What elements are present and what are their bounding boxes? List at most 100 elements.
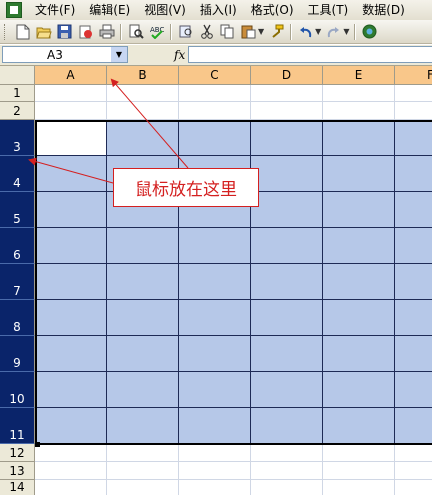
cell-c9[interactable]	[179, 336, 251, 372]
cell-a6[interactable]	[35, 228, 107, 264]
cell-f14[interactable]	[395, 480, 432, 495]
row-header-5[interactable]: 5	[0, 192, 35, 228]
column-header-c[interactable]: C	[179, 66, 251, 85]
name-box[interactable]: A3 ▼	[2, 46, 128, 63]
cell-a2[interactable]	[35, 102, 107, 120]
cell-b8[interactable]	[107, 300, 179, 336]
cell-c6[interactable]	[179, 228, 251, 264]
cell-e5[interactable]	[323, 192, 395, 228]
paste-options-chevron-down-icon[interactable]: ▼	[258, 27, 264, 36]
cell-f6[interactable]	[395, 228, 432, 264]
cell-a12[interactable]	[35, 444, 107, 462]
cell-e6[interactable]	[323, 228, 395, 264]
cell-d8[interactable]	[251, 300, 323, 336]
cell-c1[interactable]	[179, 85, 251, 102]
cell-f7[interactable]	[395, 264, 432, 300]
cell-a5[interactable]	[35, 192, 107, 228]
cell-e9[interactable]	[323, 336, 395, 372]
cell-d2[interactable]	[251, 102, 323, 120]
cell-d4[interactable]	[251, 156, 323, 192]
cell-d10[interactable]	[251, 372, 323, 408]
cell-c13[interactable]	[179, 462, 251, 480]
row-header-11[interactable]: 11	[0, 408, 35, 444]
cell-f13[interactable]	[395, 462, 432, 480]
insert-function-icon[interactable]: fx	[174, 48, 185, 62]
undo-icon[interactable]	[296, 22, 315, 41]
row-header-8[interactable]: 8	[0, 300, 35, 336]
copy-icon[interactable]	[218, 22, 237, 41]
cell-b6[interactable]	[107, 228, 179, 264]
cell-e14[interactable]	[323, 480, 395, 495]
name-box-chevron-down-icon[interactable]: ▼	[111, 47, 127, 62]
cell-a9[interactable]	[35, 336, 107, 372]
paste-icon[interactable]	[239, 22, 258, 41]
cell-a8[interactable]	[35, 300, 107, 336]
cell-a13[interactable]	[35, 462, 107, 480]
cell-d3[interactable]	[251, 120, 323, 156]
cell-d7[interactable]	[251, 264, 323, 300]
permission-icon[interactable]	[76, 22, 95, 41]
fill-handle[interactable]	[35, 442, 40, 447]
cell-b2[interactable]	[107, 102, 179, 120]
print-icon[interactable]	[97, 22, 116, 41]
cell-c8[interactable]	[179, 300, 251, 336]
column-header-f[interactable]: F	[395, 66, 432, 85]
cell-c3[interactable]	[179, 120, 251, 156]
menu-view[interactable]: 视图(V)	[137, 0, 193, 20]
cell-d9[interactable]	[251, 336, 323, 372]
format-painter-icon[interactable]	[267, 22, 286, 41]
redo-chevron-down-icon[interactable]: ▼	[343, 27, 349, 36]
column-header-b[interactable]: B	[107, 66, 179, 85]
new-icon[interactable]	[13, 22, 32, 41]
cell-a14[interactable]	[35, 480, 107, 495]
column-header-d[interactable]: D	[251, 66, 323, 85]
cell-e8[interactable]	[323, 300, 395, 336]
menu-edit[interactable]: 编辑(E)	[82, 0, 137, 20]
open-icon[interactable]	[34, 22, 53, 41]
cell-a4[interactable]	[35, 156, 107, 192]
cell-c2[interactable]	[179, 102, 251, 120]
cell-e13[interactable]	[323, 462, 395, 480]
cut-icon[interactable]	[197, 22, 216, 41]
excel-app-icon[interactable]	[6, 2, 22, 18]
research-icon[interactable]	[176, 22, 195, 41]
column-header-e[interactable]: E	[323, 66, 395, 85]
print-preview-icon[interactable]	[126, 22, 145, 41]
save-icon[interactable]	[55, 22, 74, 41]
cell-e1[interactable]	[323, 85, 395, 102]
cell-f4[interactable]	[395, 156, 432, 192]
spelling-icon[interactable]: ABC	[147, 22, 166, 41]
row-header-4[interactable]: 4	[0, 156, 35, 192]
cell-e12[interactable]	[323, 444, 395, 462]
help-icon[interactable]	[360, 22, 379, 41]
cell-f3[interactable]	[395, 120, 432, 156]
cell-d5[interactable]	[251, 192, 323, 228]
cell-f10[interactable]	[395, 372, 432, 408]
cell-c7[interactable]	[179, 264, 251, 300]
redo-icon[interactable]	[324, 22, 343, 41]
row-header-12[interactable]: 12	[0, 444, 35, 462]
undo-chevron-down-icon[interactable]: ▼	[315, 27, 321, 36]
cell-a7[interactable]	[35, 264, 107, 300]
cell-e4[interactable]	[323, 156, 395, 192]
cell-f9[interactable]	[395, 336, 432, 372]
cell-a10[interactable]	[35, 372, 107, 408]
cell-d14[interactable]	[251, 480, 323, 495]
row-header-7[interactable]: 7	[0, 264, 35, 300]
cell-c11[interactable]	[179, 408, 251, 444]
cell-b3[interactable]	[107, 120, 179, 156]
cell-a1[interactable]	[35, 85, 107, 102]
formula-input[interactable]	[188, 46, 432, 63]
cell-b13[interactable]	[107, 462, 179, 480]
row-header-9[interactable]: 9	[0, 336, 35, 372]
row-header-2[interactable]: 2	[0, 102, 35, 120]
menu-insert[interactable]: 插入(I)	[193, 0, 244, 20]
row-header-13[interactable]: 13	[0, 462, 35, 480]
menu-tools[interactable]: 工具(T)	[301, 0, 356, 20]
cell-f11[interactable]	[395, 408, 432, 444]
cell-b14[interactable]	[107, 480, 179, 495]
cell-d12[interactable]	[251, 444, 323, 462]
cell-f12[interactable]	[395, 444, 432, 462]
toolbar-grip[interactable]	[4, 23, 8, 40]
cell-d1[interactable]	[251, 85, 323, 102]
